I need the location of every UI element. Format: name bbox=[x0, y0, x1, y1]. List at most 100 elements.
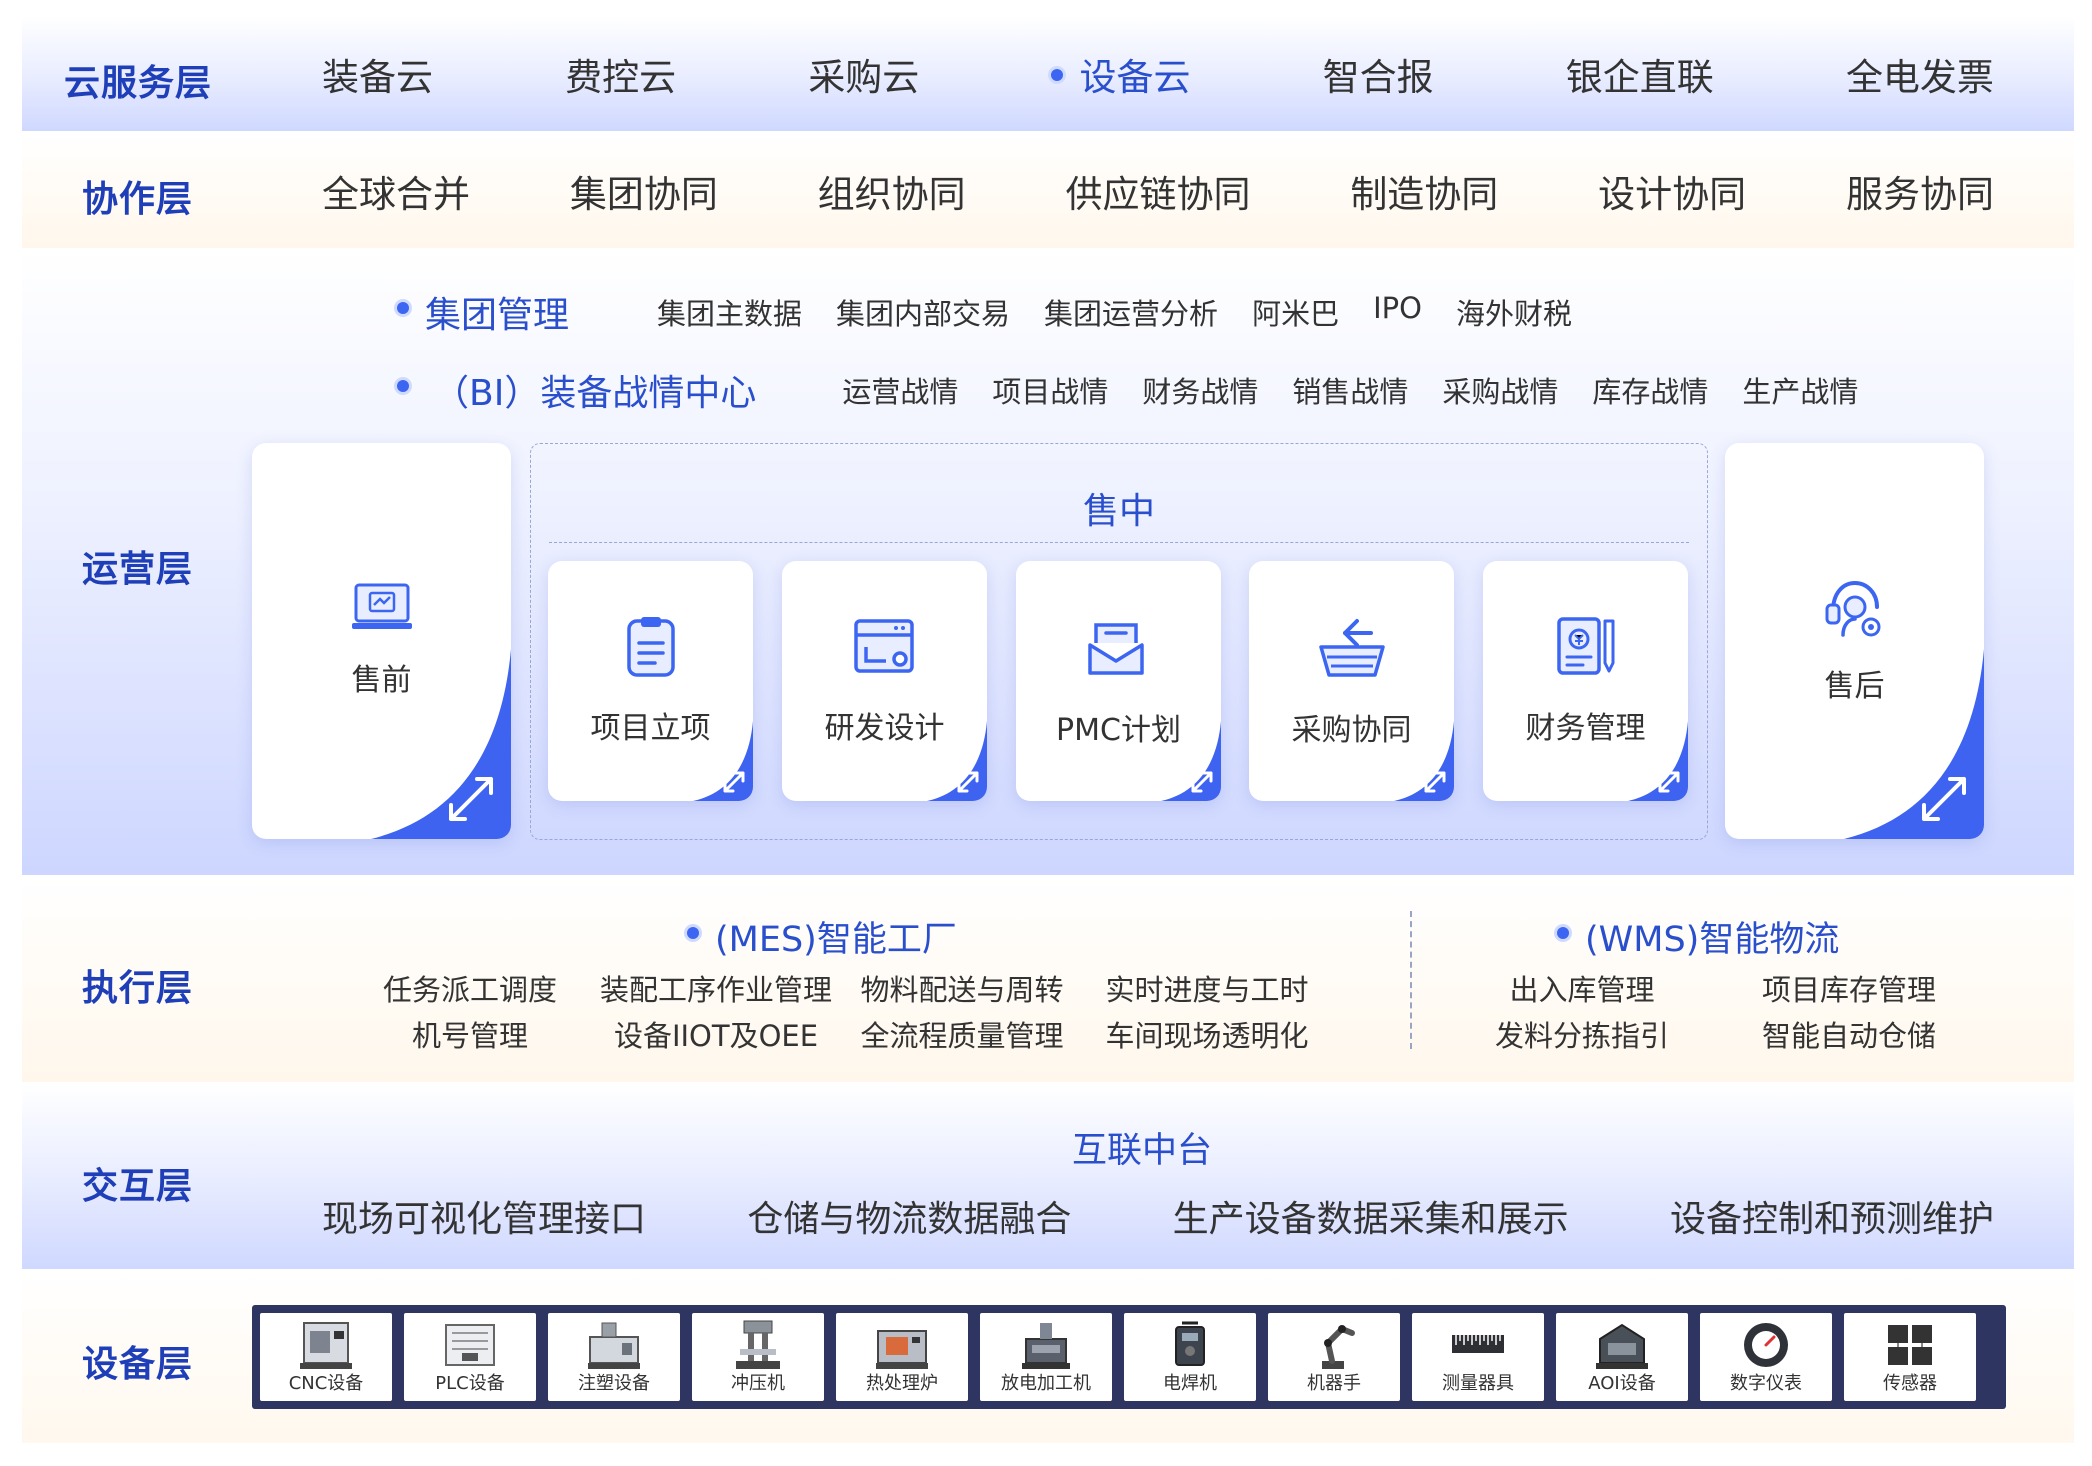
cloud-item[interactable]: 银企直联 bbox=[1566, 47, 1714, 101]
group-management-items: 集团主数据 集团内部交易 集团运营分析 阿米巴 IPO 海外财税 bbox=[657, 291, 1572, 333]
device-meter[interactable]: 数字仪表 bbox=[1700, 1313, 1832, 1401]
aftersale-card[interactable]: 售后 bbox=[1725, 443, 1984, 839]
mes-head-line: (MES)智能工厂 bbox=[687, 911, 957, 962]
insale-card-finance[interactable]: 财务管理 bbox=[1483, 561, 1688, 801]
device-name: 测量器具 bbox=[1442, 1373, 1514, 1394]
bi-item[interactable]: 项目战情 bbox=[992, 369, 1108, 411]
cloud-item[interactable]: 装备云 bbox=[322, 47, 433, 101]
group-management-head: 集团管理 bbox=[425, 295, 570, 336]
insale-card-design[interactable]: 研发设计 bbox=[782, 561, 987, 801]
collab-item[interactable]: 全球合并 bbox=[322, 164, 470, 218]
device-press[interactable]: 冲压机 bbox=[692, 1313, 824, 1401]
expand-corner-icon[interactable] bbox=[1161, 721, 1221, 801]
collab-item[interactable]: 供应链协同 bbox=[1065, 164, 1250, 218]
device-name: CNC设备 bbox=[288, 1373, 364, 1394]
device-name: PLC设备 bbox=[435, 1373, 505, 1394]
bullet-dot-icon bbox=[687, 926, 699, 939]
group-item[interactable]: 阿米巴 bbox=[1252, 291, 1339, 333]
monitor-icon bbox=[351, 583, 412, 629]
device-measuring[interactable]: 测量器具 bbox=[1412, 1313, 1544, 1401]
insale-card-pmc[interactable]: PMC计划 bbox=[1016, 561, 1221, 801]
bullet-dot-icon bbox=[1557, 926, 1569, 939]
cloud-item[interactable]: 智合报 bbox=[1323, 47, 1434, 101]
bi-head: （BI）装备战情中心 bbox=[433, 373, 757, 414]
expand-corner-icon[interactable] bbox=[693, 721, 753, 801]
cloud-item[interactable]: 全电发票 bbox=[1846, 47, 1994, 101]
device-aoi[interactable]: AOI设备 bbox=[1556, 1313, 1688, 1401]
insale-title: 售中 bbox=[1082, 491, 1155, 532]
heat-furnace-icon bbox=[876, 1330, 928, 1369]
inter-items: 现场可视化管理接口 仓储与物流数据融合 生产设备数据采集和展示 设备控制和预测维… bbox=[322, 1188, 1994, 1244]
device-robot-arm[interactable]: 机器手 bbox=[1268, 1313, 1400, 1401]
device-cnc[interactable]: CNC设备 bbox=[260, 1313, 392, 1401]
collab-item[interactable]: 集团协同 bbox=[570, 164, 718, 218]
wms-item[interactable]: 智能自动仓储 bbox=[1762, 1013, 1936, 1055]
expand-corner-icon[interactable] bbox=[1394, 721, 1454, 801]
group-management-line: 集团管理 集团主数据 集团内部交易 集团运营分析 阿米巴 IPO 海外财税 bbox=[397, 286, 1572, 338]
bi-item[interactable]: 销售战情 bbox=[1292, 369, 1408, 411]
device-name: 注塑设备 bbox=[578, 1373, 650, 1394]
expand-corner-icon[interactable] bbox=[927, 721, 987, 801]
device-welder[interactable]: 电焊机 bbox=[1124, 1313, 1256, 1401]
bi-item[interactable]: 运营战情 bbox=[842, 369, 958, 411]
collaboration-layer: 协作层 全球合并 集团协同 组织协同 供应链协同 制造协同 设计协同 服务协同 bbox=[22, 133, 2074, 248]
bi-item[interactable]: 采购战情 bbox=[1442, 369, 1558, 411]
device-layer: 设备层 CNC设备 PLC设备 注塑设备 冲压机 热处理炉 放电加工机 电焊机 … bbox=[22, 1271, 2074, 1443]
cloud-service-layer: 云服务层 装备云 费控云 采购云 设备云 智合报 银企直联 全电发票 bbox=[22, 16, 2074, 131]
collab-item[interactable]: 组织协同 bbox=[818, 164, 966, 218]
bi-item[interactable]: 库存战情 bbox=[1592, 369, 1708, 411]
device-furnace[interactable]: 热处理炉 bbox=[836, 1313, 968, 1401]
inter-item[interactable]: 仓储与物流数据融合 bbox=[747, 1190, 1071, 1242]
presale-card[interactable]: 售前 bbox=[252, 443, 511, 839]
bullet-dot-icon bbox=[397, 380, 409, 392]
collab-item[interactable]: 服务协同 bbox=[1846, 164, 1994, 218]
digital-gauge-icon bbox=[1744, 1323, 1788, 1367]
bullet-dot-icon bbox=[397, 302, 409, 314]
wms-head: (WMS)智能物流 bbox=[1585, 920, 1840, 960]
insale-card-procurement[interactable]: 采购协同 bbox=[1249, 561, 1454, 801]
cloud-item[interactable]: 采购云 bbox=[808, 47, 919, 101]
ruler-icon bbox=[1452, 1335, 1504, 1353]
expand-corner-icon[interactable] bbox=[1628, 721, 1688, 801]
wms-item[interactable]: 发料分拣指引 bbox=[1495, 1013, 1669, 1055]
device-name: 机器手 bbox=[1307, 1373, 1361, 1394]
device-injection[interactable]: 注塑设备 bbox=[548, 1313, 680, 1401]
edm-machine-icon bbox=[1022, 1323, 1070, 1369]
wms-item[interactable]: 项目库存管理 bbox=[1762, 967, 1936, 1009]
device-edm[interactable]: 放电加工机 bbox=[980, 1313, 1112, 1401]
device-strip: CNC设备 PLC设备 注塑设备 冲压机 热处理炉 放电加工机 电焊机 机器手 … bbox=[252, 1305, 2006, 1409]
expand-corner-icon[interactable] bbox=[371, 649, 511, 839]
execution-layer: 执行层 (MES)智能工厂 任务派工调度 装配工序作业管理 物料配送与周转 实时… bbox=[22, 877, 2074, 1082]
architecture-diagram: 云服务层 装备云 费控云 采购云 设备云 智合报 银企直联 全电发票 协作层 全… bbox=[0, 0, 2092, 1466]
group-item[interactable]: IPO bbox=[1373, 291, 1422, 333]
insale-card-project[interactable]: 项目立项 bbox=[548, 561, 753, 801]
bullet-dot-icon bbox=[1051, 69, 1064, 81]
wms-head-line: (WMS)智能物流 bbox=[1557, 911, 1839, 962]
basket-icon bbox=[1318, 619, 1385, 677]
bi-item[interactable]: 财务战情 bbox=[1142, 369, 1258, 411]
support-gear-icon bbox=[1825, 580, 1880, 637]
collab-item[interactable]: 设计协同 bbox=[1598, 164, 1746, 218]
collab-items: 全球合并 集团协同 组织协同 供应链协同 制造协同 设计协同 服务协同 bbox=[322, 163, 1994, 218]
inter-item[interactable]: 设备控制和预测维护 bbox=[1670, 1190, 1994, 1242]
cloud-item-active[interactable]: 设备云 bbox=[1051, 47, 1190, 101]
inter-item[interactable]: 现场可视化管理接口 bbox=[322, 1190, 646, 1242]
welder-icon bbox=[1175, 1321, 1205, 1366]
wms-item[interactable]: 出入库管理 bbox=[1509, 967, 1654, 1009]
interconnect-platform: 互联中台 bbox=[1072, 1131, 1213, 1171]
inter-item[interactable]: 生产设备数据采集和展示 bbox=[1173, 1190, 1569, 1242]
expand-corner-icon[interactable] bbox=[1844, 649, 1984, 839]
insale-divider bbox=[549, 542, 1689, 543]
group-item[interactable]: 集团主数据 bbox=[657, 291, 802, 333]
bi-item[interactable]: 生产战情 bbox=[1742, 369, 1858, 411]
collab-item[interactable]: 制造协同 bbox=[1350, 164, 1498, 218]
group-item[interactable]: 海外财税 bbox=[1456, 291, 1572, 333]
cloud-items: 装备云 费控云 采购云 设备云 智合报 银企直联 全电发票 bbox=[322, 46, 1994, 101]
group-item[interactable]: 集团运营分析 bbox=[1044, 291, 1218, 333]
aoi-inspector-icon bbox=[1596, 1323, 1648, 1369]
device-sensor[interactable]: 传感器 bbox=[1844, 1313, 1976, 1401]
device-plc[interactable]: PLC设备 bbox=[404, 1313, 536, 1401]
cloud-item[interactable]: 费控云 bbox=[565, 47, 676, 101]
clipboard-icon bbox=[626, 617, 675, 677]
group-item[interactable]: 集团内部交易 bbox=[836, 291, 1010, 333]
